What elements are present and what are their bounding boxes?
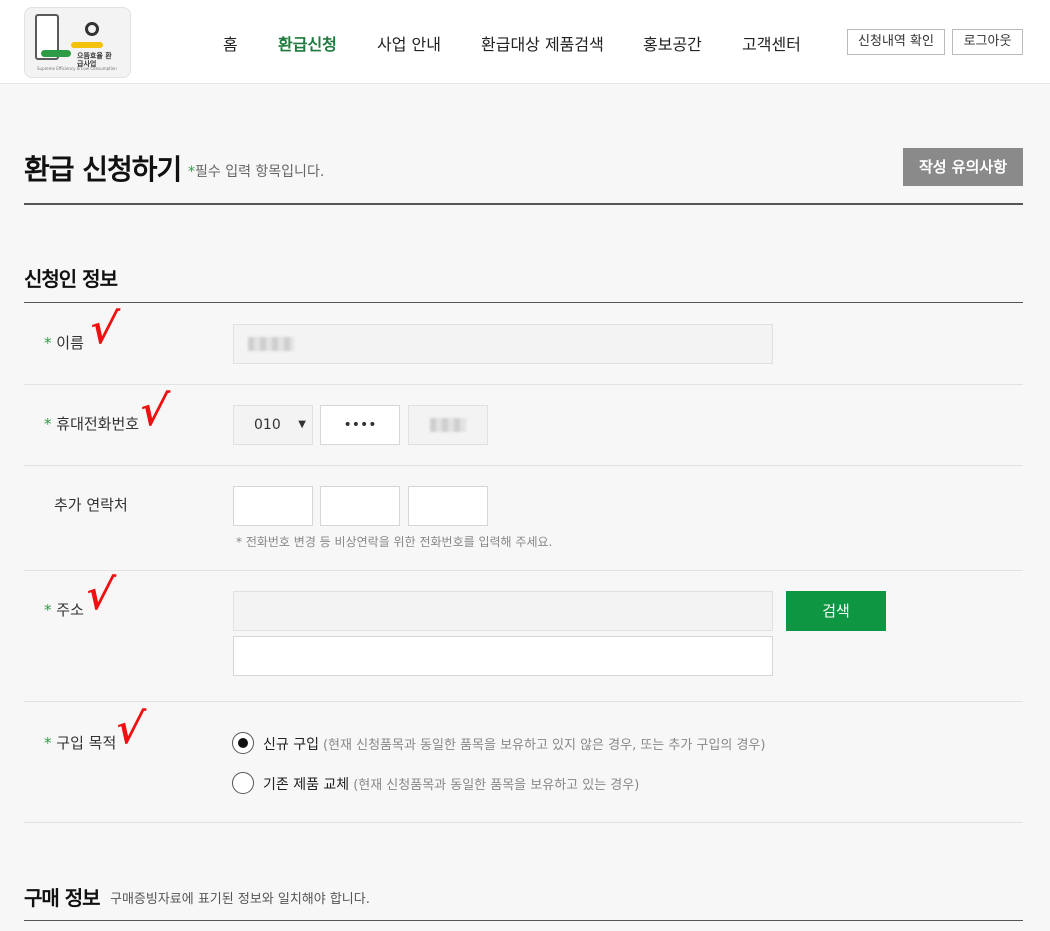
logo[interactable]: 으뜸효율 환급사업 Supreme Efficiency & Low Consu… xyxy=(24,7,131,78)
purpose-new-option[interactable]: 신규 구입 (현재 신청품목과 동일한 품목을 보유하고 있지 않은 경우, 또는… xyxy=(263,734,765,754)
address-search-button[interactable]: 검색 xyxy=(786,591,886,631)
check-mark: √ xyxy=(112,704,148,753)
address-field[interactable] xyxy=(233,591,773,631)
logo-yellow-shape xyxy=(71,42,103,48)
site-header: 으뜸효율 환급사업 Supreme Efficiency & Low Consu… xyxy=(0,0,1050,84)
name-label-text: 이름 xyxy=(56,334,84,352)
extra-contact-label: 추가 연락처 xyxy=(54,496,128,514)
logo-ring-shape xyxy=(85,22,99,36)
address-label: * 주소 xyxy=(44,599,84,620)
extra-phone-3-field[interactable] xyxy=(408,486,488,526)
notice-button[interactable]: 작성 유의사항 xyxy=(903,148,1023,186)
phone-label: * 휴대전화번호 xyxy=(44,413,139,434)
check-mark: √ xyxy=(86,304,122,353)
purpose-label-text: 구입 목적 xyxy=(56,734,117,752)
section-divider xyxy=(24,302,1023,303)
applicant-section-title: 신청인 정보 xyxy=(24,267,118,291)
required-star: * xyxy=(188,164,195,180)
purchase-section-title: 구매 정보 xyxy=(24,886,101,910)
purpose-label: * 구입 목적 xyxy=(44,732,116,753)
name-field[interactable] xyxy=(233,324,773,364)
name-label: * 이름 xyxy=(44,332,84,353)
purpose-new-label: 신규 구입 xyxy=(263,737,319,753)
row-divider xyxy=(24,822,1023,823)
dropdown-arrow-icon: ▼ xyxy=(298,419,306,430)
extra-contact-hint: * 전화번호 변경 등 비상연락을 위한 전화번호를 입력해 주세요. xyxy=(236,535,553,549)
purpose-replace-radio[interactable] xyxy=(232,772,254,794)
required-star: * xyxy=(44,601,52,619)
check-mark: √ xyxy=(82,570,118,619)
phone-prefix-select[interactable]: 010 ▼ xyxy=(233,405,313,445)
purpose-replace-label: 기존 제품 교체 xyxy=(263,777,350,793)
required-star: * xyxy=(44,334,52,352)
row-divider xyxy=(24,570,1023,571)
nav-business-info[interactable]: 사업 안내 xyxy=(377,31,441,55)
address-label-text: 주소 xyxy=(56,601,84,619)
row-divider xyxy=(24,701,1023,702)
section-divider xyxy=(24,920,1023,921)
phone-label-text: 휴대전화번호 xyxy=(56,415,140,433)
check-mark: √ xyxy=(136,386,172,435)
purchase-section-note: 구매증빙자료에 표기된 정보와 일치해야 합니다. xyxy=(110,892,370,907)
masked-value xyxy=(430,418,466,432)
nav-home[interactable]: 홈 xyxy=(223,31,238,55)
nav-customer-center[interactable]: 고객센터 xyxy=(742,31,801,55)
nav-product-search[interactable]: 환급대상 제품검색 xyxy=(481,31,604,55)
logo-green-shape xyxy=(41,50,71,57)
title-divider xyxy=(24,203,1023,205)
phone-middle-field[interactable]: •••• xyxy=(320,405,400,445)
purpose-new-radio[interactable] xyxy=(232,732,254,754)
nav-promotion[interactable]: 홍보공간 xyxy=(643,31,702,55)
masked-value xyxy=(248,337,294,351)
nav-refund-apply[interactable]: 환급신청 xyxy=(278,31,337,55)
required-note: *필수 입력 항목입니다. xyxy=(188,161,324,181)
required-note-text: 필수 입력 항목입니다. xyxy=(195,164,325,180)
row-divider xyxy=(24,384,1023,385)
purpose-replace-option[interactable]: 기존 제품 교체 (현재 신청품목과 동일한 품목을 보유하고 있는 경우) xyxy=(263,774,639,794)
purpose-new-desc: (현재 신청품목과 동일한 품목을 보유하고 있지 않은 경우, 또는 추가 구… xyxy=(322,738,766,753)
logo-subtext: Supreme Efficiency & Low Consumption xyxy=(37,66,117,71)
extra-phone-2-field[interactable] xyxy=(320,486,400,526)
required-star: * xyxy=(44,734,52,752)
logout-button[interactable]: 로그아웃 xyxy=(952,29,1023,55)
phone-prefix-value: 010 xyxy=(254,417,281,433)
extra-phone-1-field[interactable] xyxy=(233,486,313,526)
purpose-replace-desc: (현재 신청품목과 동일한 품목을 보유하고 있는 경우) xyxy=(353,778,640,793)
page-title: 환급 신청하기 xyxy=(24,153,182,186)
phone-last-field[interactable] xyxy=(408,405,488,445)
address-detail-field[interactable] xyxy=(233,636,773,676)
row-divider xyxy=(24,465,1023,466)
history-button[interactable]: 신청내역 확인 xyxy=(847,29,945,55)
required-star: * xyxy=(44,415,52,433)
